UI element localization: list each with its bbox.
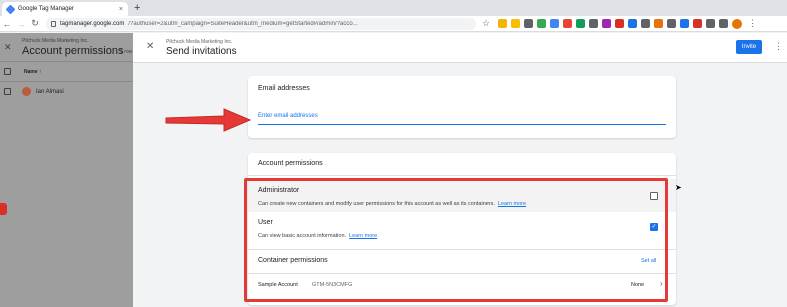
- extension-icon[interactable]: [641, 19, 651, 28]
- extension-icon[interactable]: [524, 19, 534, 28]
- permissions-card-title: Account permissions: [258, 160, 323, 167]
- panel-header: ✕ Pilchuck Media Marketing Inc. Account …: [0, 33, 133, 61]
- bookmark-star-icon[interactable]: ☆: [482, 18, 490, 29]
- panel-org-name: Pilchuck Media Marketing Inc.: [22, 38, 89, 44]
- extension-icon[interactable]: [563, 19, 573, 28]
- lock-icon: [51, 20, 56, 27]
- close-tab-icon[interactable]: ×: [119, 6, 123, 13]
- url-host: tagmanager.google.com: [60, 20, 125, 27]
- forward-button[interactable]: →: [14, 19, 28, 29]
- highlight-box: [244, 178, 668, 302]
- tab-title: Google Tag Manager: [18, 6, 74, 12]
- reload-button[interactable]: ↻: [28, 18, 42, 29]
- extension-icon[interactable]: [693, 19, 703, 28]
- avatar: [22, 87, 31, 96]
- browser-tab-strip: Google Tag Manager × +: [0, 0, 787, 16]
- extension-icon[interactable]: [537, 19, 547, 28]
- mouse-cursor-icon: ➤: [675, 183, 682, 192]
- row-count: 1 row: [120, 49, 133, 55]
- extension-icon[interactable]: [628, 19, 638, 28]
- table-row[interactable]: Ian Almasi: [0, 81, 133, 101]
- browser-menu-icon[interactable]: ⋮: [748, 18, 757, 29]
- name-column-header[interactable]: Name ↑: [24, 69, 42, 75]
- select-all-checkbox[interactable]: [4, 68, 11, 75]
- extension-icon[interactable]: [511, 19, 521, 28]
- extension-icon[interactable]: [576, 19, 586, 28]
- email-card: Email addresses Enter email addresses: [248, 76, 676, 138]
- dialog-header: ✕ Pilchuck Media Marketing Inc. Send inv…: [133, 33, 787, 63]
- extension-icon[interactable]: [550, 19, 560, 28]
- profile-avatar[interactable]: [732, 18, 743, 29]
- new-tab-button[interactable]: +: [134, 2, 140, 14]
- gtm-logo-icon: [5, 4, 16, 14]
- extension-icon[interactable]: [719, 19, 729, 28]
- extension-icon[interactable]: [667, 19, 677, 28]
- email-card-title: Email addresses: [258, 85, 310, 92]
- panel-title: Account permissions: [22, 45, 124, 57]
- account-permissions-panel: ✕ Pilchuck Media Marketing Inc. Account …: [0, 33, 133, 307]
- extensions-bar: [498, 19, 729, 28]
- annotation-arrow-icon: [165, 108, 252, 132]
- row-checkbox[interactable]: [4, 88, 11, 95]
- extension-icon[interactable]: [602, 19, 612, 28]
- browser-toolbar: ← → ↻ tagmanager.google.com/?authuser=2&…: [0, 16, 787, 32]
- url-path: /?authuser=2&utm_campaign=SuiteHeader&ut…: [128, 20, 358, 27]
- back-button[interactable]: ←: [0, 19, 14, 29]
- extension-icon[interactable]: [654, 19, 664, 28]
- extension-icon[interactable]: [498, 19, 508, 28]
- extension-icon[interactable]: [706, 19, 716, 28]
- divider: [248, 175, 676, 176]
- user-name: Ian Almasi: [36, 88, 64, 95]
- red-tab-marker: [0, 203, 7, 215]
- extension-icon[interactable]: [615, 19, 625, 28]
- extension-icon[interactable]: [589, 19, 599, 28]
- table-header-row: Name ↑: [0, 61, 133, 81]
- address-bar[interactable]: tagmanager.google.com/?authuser=2&utm_ca…: [46, 17, 476, 30]
- dialog-org-name: Pilchuck Media Marketing Inc.: [166, 39, 233, 45]
- browser-tab[interactable]: Google Tag Manager ×: [2, 2, 128, 16]
- email-input[interactable]: Enter email addresses: [258, 113, 666, 125]
- more-options-icon[interactable]: ⋮: [774, 41, 783, 52]
- invite-button[interactable]: Invite: [736, 40, 762, 54]
- close-icon[interactable]: ✕: [4, 42, 12, 53]
- extension-icon[interactable]: [680, 19, 690, 28]
- dialog-title: Send invitations: [166, 46, 237, 57]
- close-icon[interactable]: ✕: [146, 41, 154, 52]
